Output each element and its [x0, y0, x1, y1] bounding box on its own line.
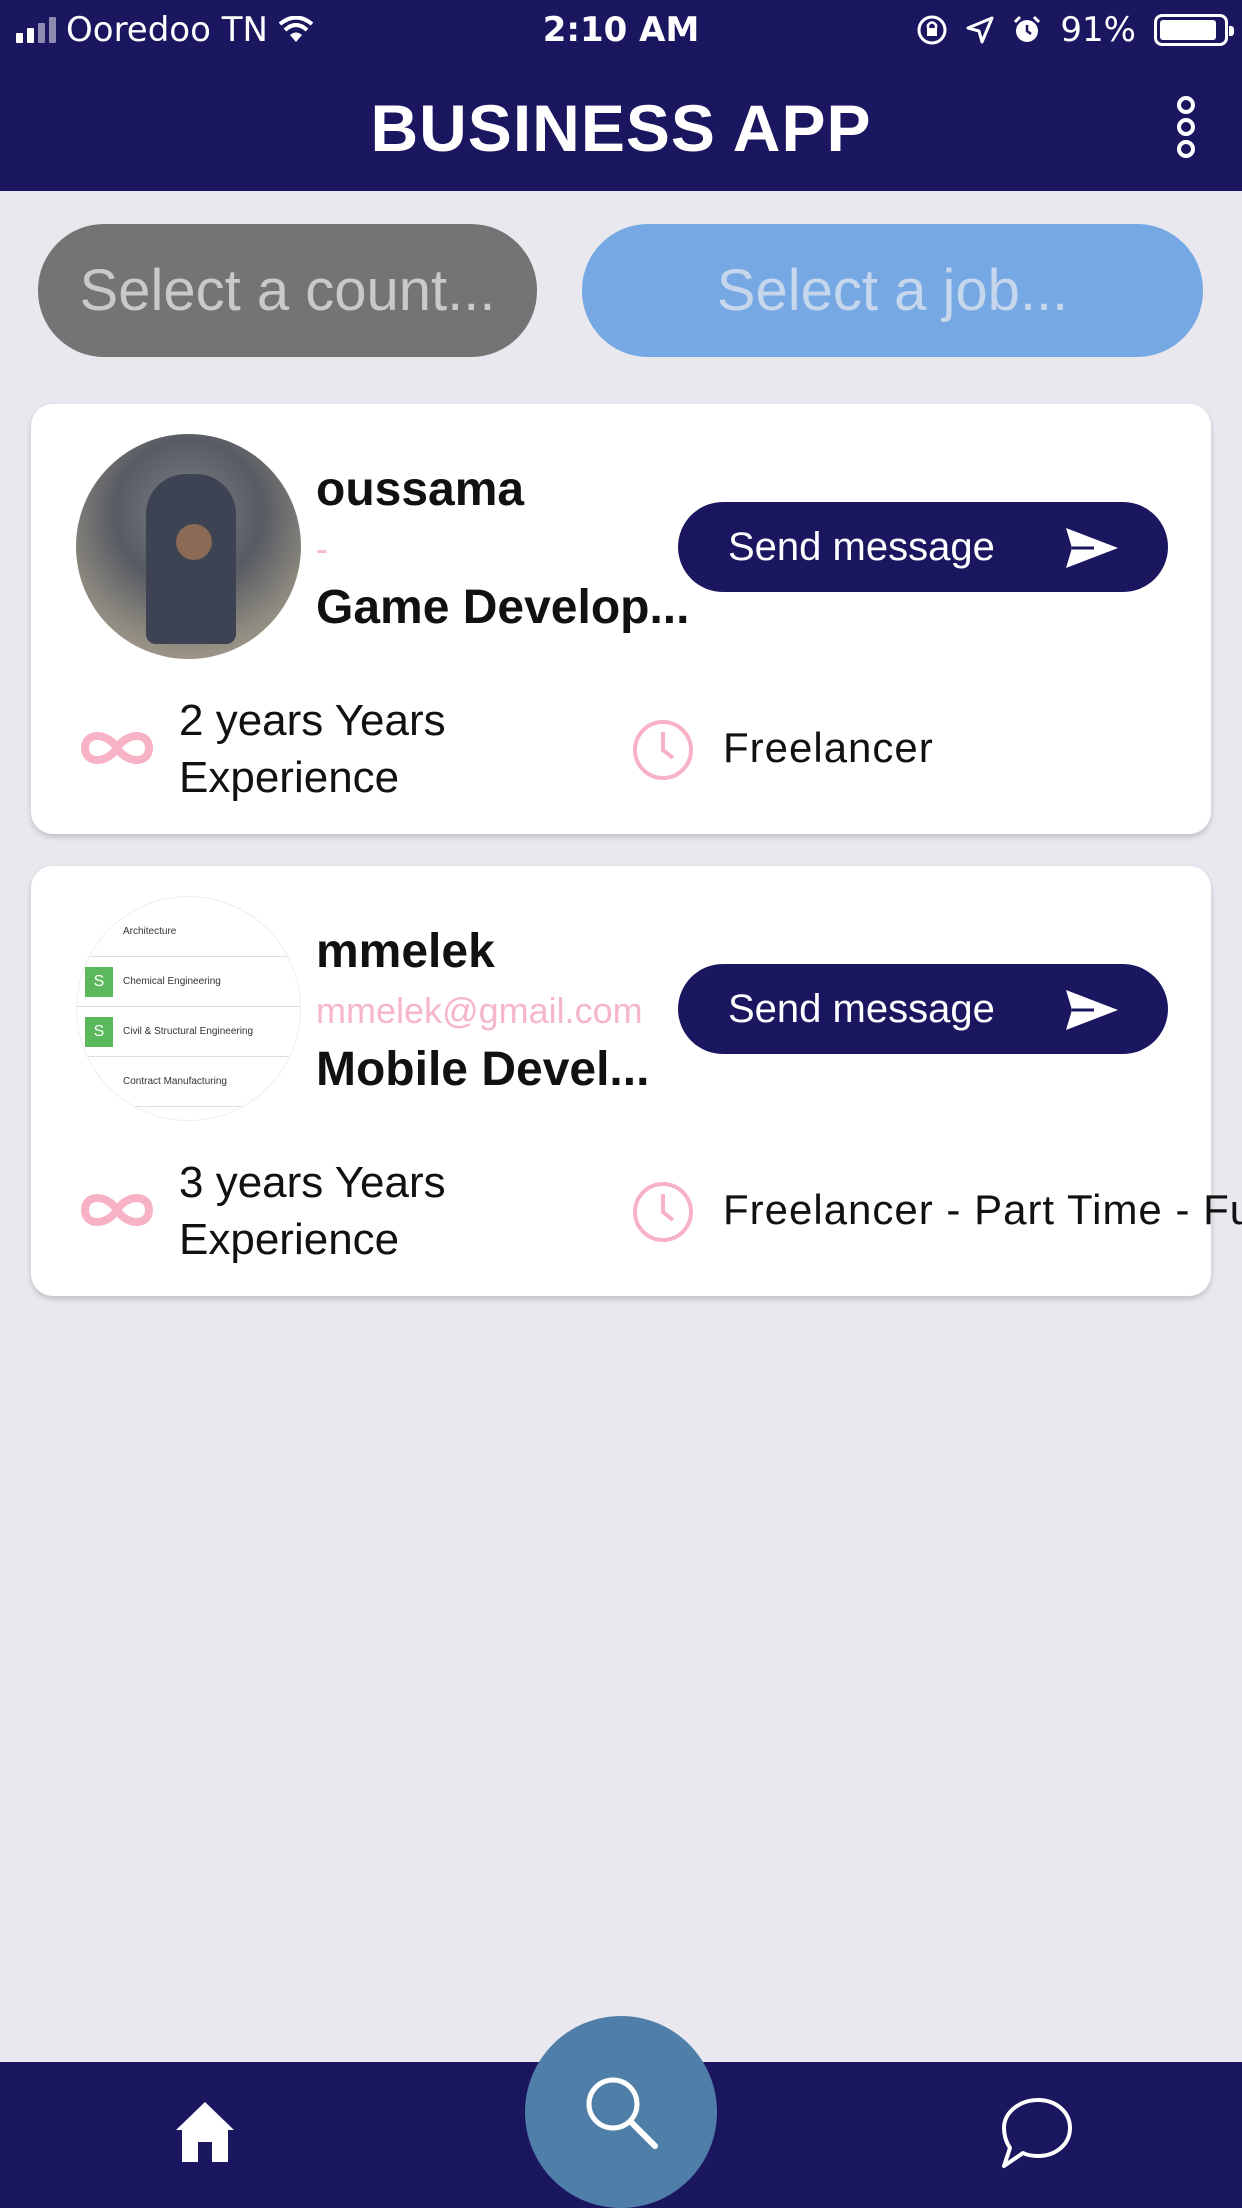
profile-role: Mobile Devel... [316, 1043, 650, 1096]
profile-email: - [316, 528, 328, 569]
send-message-label: Send message [728, 524, 995, 569]
avatar-row: Architecture [77, 907, 300, 957]
infinity-icon [80, 1194, 154, 1226]
status-right: 91% [916, 10, 1234, 50]
profile-name: mmelek [316, 925, 495, 978]
avatar: Architecture S Chemical Engineering S Civi… [76, 896, 301, 1121]
chat-icon[interactable] [994, 2094, 1074, 2174]
experience-text: 2 years Years Experience [179, 696, 446, 802]
clock-icon [633, 1182, 693, 1242]
send-message-label: Send message [728, 986, 995, 1031]
avatar-row: S Civil & Structural Engineering [77, 1007, 300, 1057]
profile-card: Architecture S Chemical Engineering S Civi… [31, 866, 1242, 1296]
battery-icon [1154, 14, 1234, 46]
job-select[interactable]: Select a job... [582, 224, 1203, 357]
profile-card: oussama - Game Develop... Send message 2… [31, 404, 1211, 834]
profile-role: Game Develop... [316, 581, 690, 634]
profile-email[interactable]: mmelek@gmail.com [316, 990, 643, 1032]
send-message-button[interactable]: Send message [678, 964, 1168, 1054]
experience-text: 3 years Years Experience [179, 1158, 446, 1264]
profile-name: oussama [316, 463, 525, 516]
infinity-icon [80, 732, 154, 764]
battery-fill [1160, 20, 1217, 40]
avatar-row: Contract Manufacturing [77, 1057, 300, 1107]
country-select[interactable]: Select a count... [38, 224, 537, 357]
app-header: BUSINESS APP [0, 62, 1242, 191]
battery-percent: 91% [1060, 10, 1136, 50]
status-bar: Ooredoo TN 2:10 AM 91% [0, 0, 1242, 62]
send-message-button[interactable]: Send message [678, 502, 1168, 592]
send-icon [1066, 990, 1118, 1030]
alarm-icon [1014, 15, 1041, 42]
work-type-text: Freelancer - Part Time - Fu [723, 1186, 1242, 1233]
location-icon [966, 16, 994, 44]
search-button[interactable] [525, 2016, 717, 2208]
page-title: BUSINESS APP [370, 91, 872, 165]
avatar [76, 434, 301, 659]
more-vertical-icon[interactable] [1168, 96, 1204, 160]
avatar-row: S Chemical Engineering [77, 957, 300, 1007]
home-icon[interactable] [170, 2096, 240, 2166]
search-icon [586, 2077, 658, 2149]
work-type-text: Freelancer [723, 724, 934, 771]
send-icon [1066, 528, 1118, 568]
rotation-lock-icon [917, 15, 947, 45]
clock-icon [633, 720, 693, 780]
